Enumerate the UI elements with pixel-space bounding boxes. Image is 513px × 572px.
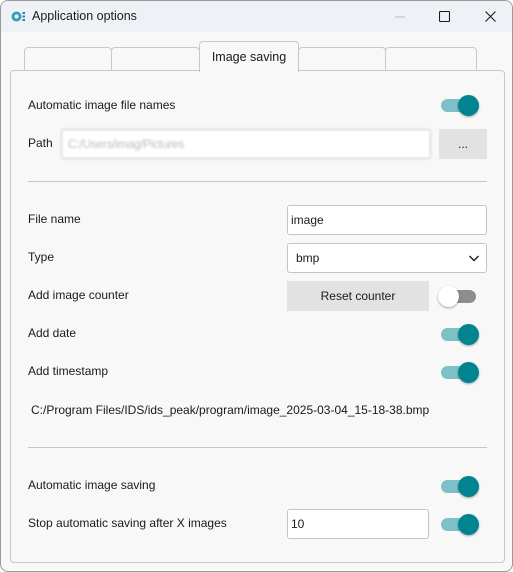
add-date-label: Add date (28, 326, 77, 340)
minimize-icon (395, 16, 405, 17)
stop-after-count-input[interactable] (287, 509, 429, 539)
add-timestamp-label: Add timestamp (28, 364, 109, 378)
toggle-knob (458, 95, 479, 116)
maximize-icon (438, 11, 450, 22)
add-timestamp-toggle[interactable] (439, 360, 479, 384)
browse-path-button[interactable]: ... (439, 129, 487, 159)
close-button[interactable] (467, 1, 512, 32)
toggle-knob (458, 362, 479, 383)
stop-after-label: Stop automatic saving after X images (28, 516, 227, 530)
title-bar: Application options (1, 1, 512, 32)
file-name-input[interactable] (287, 205, 487, 235)
path-input[interactable] (61, 129, 431, 159)
add-image-counter-toggle[interactable] (438, 284, 478, 308)
tab-4[interactable] (298, 47, 386, 71)
type-selected-value: bmp (296, 251, 320, 265)
automatic-saving-toggle[interactable] (439, 474, 479, 498)
toggle-knob (438, 286, 459, 307)
toggle-knob (458, 476, 479, 497)
application-options-window: Application options Image saving Automat… (0, 0, 513, 572)
close-icon (484, 11, 496, 22)
path-label: Path (28, 136, 53, 150)
automatic-file-names-toggle[interactable] (439, 93, 479, 117)
chevron-down-icon (469, 255, 479, 262)
tab-image-saving-label: Image saving (211, 50, 287, 64)
minimize-button[interactable] (377, 1, 423, 32)
tab-2[interactable] (111, 47, 200, 71)
maximize-button[interactable] (421, 1, 467, 32)
window-title: Application options (32, 9, 137, 23)
add-date-toggle[interactable] (439, 322, 479, 346)
file-path-preview: C:/Program Files/IDS/ids_peak/program/im… (31, 403, 430, 417)
add-image-counter-label: Add image counter (28, 288, 129, 302)
toggle-knob (458, 324, 479, 345)
automatic-file-names-label: Automatic image file names (28, 98, 176, 112)
tab-5[interactable] (385, 47, 477, 71)
separator (28, 181, 487, 182)
separator (28, 447, 487, 448)
reset-counter-button[interactable]: Reset counter (287, 281, 429, 311)
tab-image-saving[interactable]: Image saving (199, 41, 299, 72)
file-name-label: File name (28, 212, 81, 226)
type-label: Type (28, 250, 55, 264)
toggle-knob (458, 514, 479, 535)
stop-after-toggle[interactable] (439, 512, 479, 536)
tab-1[interactable] (24, 47, 112, 71)
type-select[interactable]: bmp (287, 243, 487, 273)
app-icon (11, 11, 25, 22)
automatic-saving-label: Automatic image saving (28, 478, 156, 492)
